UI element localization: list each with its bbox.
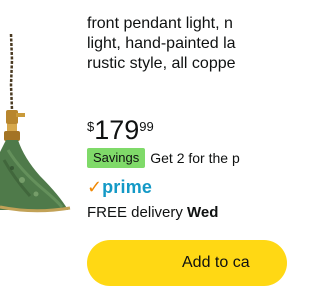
deal-text: Get 2 for the p	[150, 150, 240, 166]
delivery-day: Wed	[187, 204, 219, 221]
prime-logo: ✓ prime	[87, 176, 152, 198]
title-line: light, hand-painted la	[87, 35, 236, 52]
product-title[interactable]: front pendant light, n light, hand-paint…	[87, 14, 247, 74]
price-whole: 179	[94, 115, 140, 145]
savings-badge: Savings	[87, 148, 146, 168]
prime-check-icon: ✓	[87, 177, 103, 197]
price: $17999	[87, 115, 154, 145]
pendant-lamp-image	[0, 33, 71, 213]
delivery-prefix: FREE delivery	[87, 204, 188, 221]
price-fraction: 99	[139, 119, 154, 134]
delivery-info: FREE delivery Wed	[87, 203, 218, 223]
price-currency: $	[87, 119, 95, 134]
add-to-cart-button[interactable]: Add to ca	[87, 240, 287, 286]
prime-label: prime	[102, 177, 153, 197]
product-image[interactable]	[0, 0, 80, 296]
deal-row: Savings Get 2 for the p	[87, 148, 240, 168]
title-line: front pendant light, n	[87, 15, 233, 32]
title-line: rustic style, all coppe	[87, 55, 236, 72]
